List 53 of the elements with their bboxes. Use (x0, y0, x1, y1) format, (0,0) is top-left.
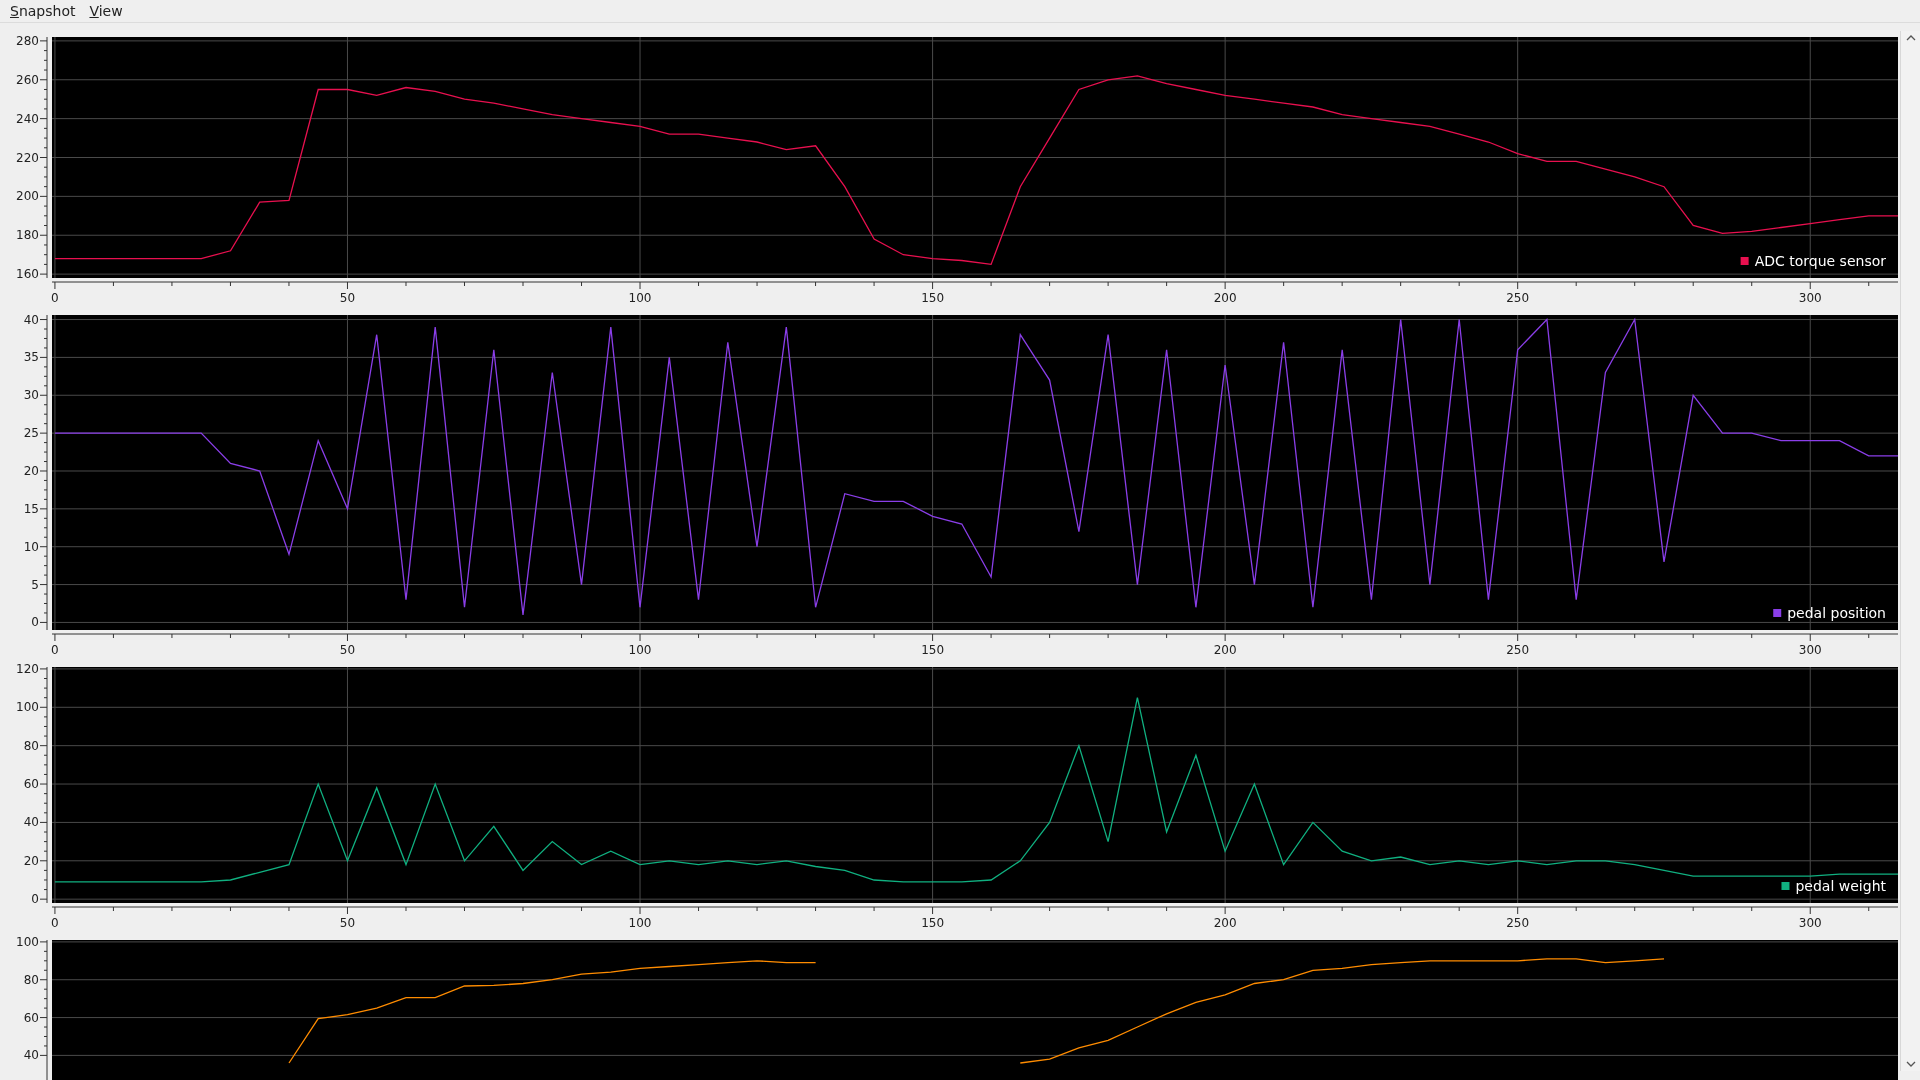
y-tick-label: 280 (16, 33, 39, 48)
y-tick-label: 20 (23, 464, 39, 478)
y-tick-label: 40 (23, 815, 39, 830)
y-tick-label: 180 (16, 228, 39, 243)
y-tick-label: 0 (31, 892, 39, 907)
y-tick-label: 0 (31, 615, 39, 630)
x-tick-label: 200 (1213, 916, 1237, 930)
y-tick-label: 120 (16, 661, 39, 676)
y-tick-label: 60 (23, 777, 39, 792)
x-tick-label: 100 (628, 643, 652, 657)
x-tick-label: 250 (1506, 916, 1530, 930)
x-tick-label: 100 (628, 291, 652, 305)
x-tick-label: 200 (1213, 643, 1237, 657)
x-tick-label: 250 (1506, 291, 1530, 305)
x-tick-label: 50 (339, 291, 356, 305)
x-tick-label: 0 (51, 916, 59, 930)
x-tick-label: 300 (1798, 643, 1822, 657)
x-tick-label: 150 (921, 291, 945, 305)
x-tick-label: 250 (1506, 643, 1530, 657)
x-tick-label: 100 (628, 916, 652, 930)
y-tick-label: 100 (16, 934, 39, 949)
y-tick-label: 20 (23, 853, 39, 868)
y-tick-label: 35 (23, 350, 39, 365)
x-tick-label: 50 (339, 643, 356, 657)
y-tick-label: 260 (16, 72, 39, 87)
x-tick-label: 0 (51, 643, 59, 657)
y-tick-label: 100 (16, 700, 39, 715)
x-tick-label: 200 (1213, 291, 1237, 305)
y-tick-label: 80 (23, 972, 39, 987)
x-tick-label: 150 (921, 643, 945, 657)
x-tick-label: 300 (1798, 916, 1822, 930)
y-tick-label: 40 (23, 312, 39, 327)
legend-label: pedal position (1787, 605, 1886, 621)
legend-label: pedal weight (1795, 878, 1886, 894)
menu-item[interactable]: Snapshot (10, 3, 76, 19)
x-tick-label: 0 (51, 291, 59, 305)
y-tick-label: 80 (23, 738, 39, 753)
y-tick-label: 220 (16, 150, 39, 165)
y-tick-label: 30 (23, 388, 39, 403)
x-tick-label: 50 (339, 916, 356, 930)
menu-item[interactable]: View (89, 3, 123, 19)
y-tick-label: 200 (16, 189, 39, 204)
legend-label: ADC torque sensor (1754, 253, 1886, 269)
x-tick-label: 300 (1798, 291, 1822, 305)
y-tick-label: 240 (16, 111, 39, 126)
y-tick-label: 15 (23, 501, 39, 516)
y-tick-label: 160 (16, 267, 39, 282)
y-tick-label: 5 (31, 577, 39, 592)
y-tick-label: 25 (23, 426, 39, 441)
y-tick-label: 60 (23, 1010, 39, 1025)
x-tick-label: 150 (921, 916, 945, 930)
y-tick-label: 10 (23, 539, 39, 554)
y-tick-label: 40 (23, 1048, 39, 1063)
